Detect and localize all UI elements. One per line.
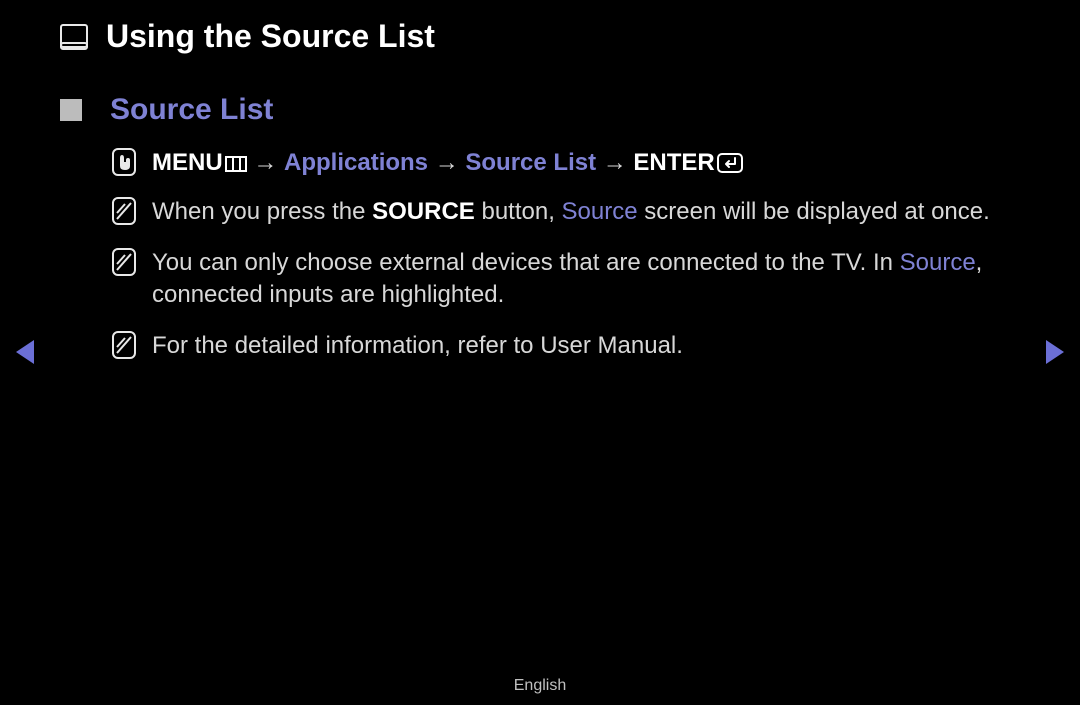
note1-post: screen will be displayed at once. [638,198,990,225]
footer-language: English [0,677,1080,695]
section-heading: Source List [110,93,273,127]
note-text-3: For the detailed information, refer to U… [152,330,683,362]
path-arrow-3: → [603,149,627,176]
page-title: Using the Source List [106,18,435,55]
page-title-row: Using the Source List [60,18,1020,55]
note2-pre: You can only choose external devices tha… [152,249,900,276]
note1-mid: button, [475,198,562,225]
note2-source-word: Source [900,249,976,276]
menu-glyph-icon [225,149,247,181]
section-heading-row: Source List [60,93,1020,127]
note1-source-word: Source [562,198,638,225]
next-page-arrow[interactable] [1046,340,1064,364]
note-row-2: You can only choose external devices tha… [110,247,1020,312]
note-icon [110,247,138,277]
path-arrow-2: → [435,149,459,176]
book-icon [60,24,88,50]
note-text-2: You can only choose external devices tha… [152,247,1020,312]
path-source-list: Source List [465,149,596,176]
note-row-3: For the detailed information, refer to U… [110,330,1020,362]
navigation-path-row: MENU → Applications → Source List → ENTE… [110,147,1020,182]
enter-glyph-icon [717,150,743,182]
note-icon [110,330,138,360]
note1-pre: When you press the [152,198,372,225]
square-bullet-icon [60,99,82,121]
path-enter: ENTER [633,149,714,176]
path-menu: MENU [152,149,223,176]
path-applications: Applications [284,149,428,176]
note-text-1: When you press the SOURCE button, Source… [152,196,990,228]
prev-page-arrow[interactable] [16,340,34,364]
note-icon [110,196,138,226]
path-arrow-1: → [253,149,277,176]
hand-icon [110,147,138,177]
note1-source-button: SOURCE [372,198,475,225]
navigation-path: MENU → Applications → Source List → ENTE… [152,147,743,182]
note-row-1: When you press the SOURCE button, Source… [110,196,1020,228]
